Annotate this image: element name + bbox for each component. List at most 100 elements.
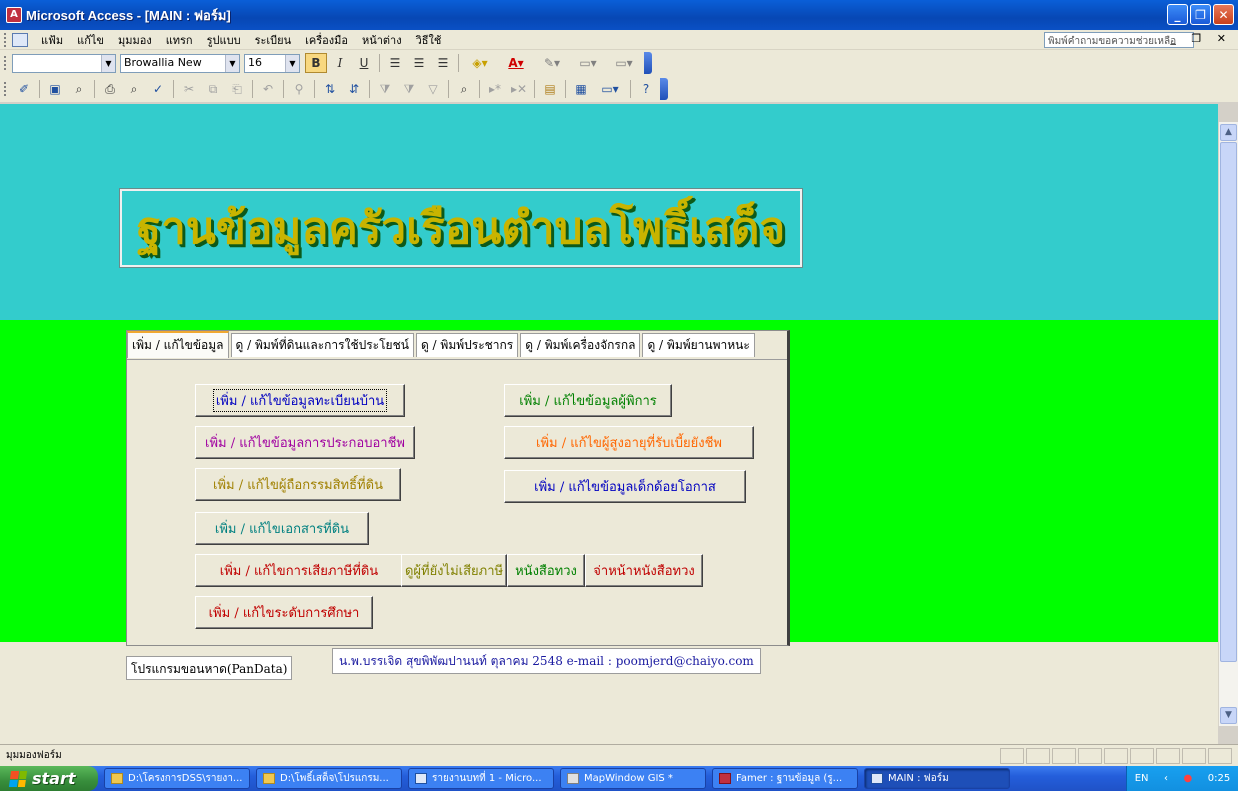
minimize-button[interactable]: _	[1167, 4, 1188, 25]
tab-vehicles[interactable]: ดู / พิมพ์ยานพาหนะ	[642, 333, 755, 357]
paste-icon[interactable]: ⎗	[226, 79, 248, 99]
taskbar-item[interactable]: D:\โพธิ์เสด็จ\โปรแกรม...	[256, 768, 402, 789]
align-left-icon[interactable]: ☰	[384, 53, 406, 73]
new-record-icon[interactable]: ▸*	[484, 79, 506, 99]
view-icon[interactable]: ✐	[13, 79, 35, 99]
font-color-icon[interactable]: A▾	[499, 53, 533, 73]
toolbar-grip-icon[interactable]	[4, 82, 8, 96]
filter-by-selection-icon[interactable]: ⧩	[374, 79, 396, 99]
menubar-grip-icon[interactable]	[4, 32, 8, 47]
align-center-icon[interactable]: ☰	[408, 53, 430, 73]
font-size-combo[interactable]: 16 ▼	[244, 53, 300, 73]
demand-letter-button[interactable]: หนังสือทวง	[507, 554, 585, 587]
tab-add-edit-data[interactable]: เพิ่ม / แก้ไขข้อมูล	[127, 331, 229, 358]
scroll-down-icon[interactable]: ▼	[1220, 707, 1237, 724]
menu-window[interactable]: หน้าต่าง	[355, 31, 409, 49]
menu-edit[interactable]: แก้ไข	[70, 31, 111, 49]
clock[interactable]: 0:25	[1208, 773, 1230, 784]
system-tray: EN ‹ ● 0:25	[1126, 766, 1238, 791]
new-object-icon[interactable]: ▭▾	[594, 79, 626, 99]
line-color-icon[interactable]: ✎▾	[535, 53, 569, 73]
undo-icon[interactable]: ↶	[257, 79, 279, 99]
address-demand-letter-button[interactable]: จ่าหน้าหนังสือทวง	[585, 554, 703, 587]
unpaid-tax-button[interactable]: ดูผู้ที่ยังไม่เสียภาษี	[401, 554, 507, 587]
apply-filter-icon[interactable]: ▽	[422, 79, 444, 99]
sort-ascending-icon[interactable]: ⇅	[319, 79, 341, 99]
land-documents-button[interactable]: เพิ่ม / แก้ไขเอกสารที่ดิน	[195, 512, 369, 545]
chevron-down-icon[interactable]: ▼	[225, 54, 239, 72]
fill-color-icon[interactable]: ◈▾	[463, 53, 497, 73]
taskbar-item[interactable]: MapWindow GIS *	[560, 768, 706, 789]
print-preview-icon[interactable]: ⌕	[123, 79, 145, 99]
formatting-toolbar: ▼ Browallia New ▼ 16 ▼ B I U ☰ ☰ ☰ ◈▾ A▾…	[0, 50, 1238, 76]
tray-arrow-icon[interactable]: ‹	[1164, 773, 1168, 784]
properties-icon[interactable]: ▤	[539, 79, 561, 99]
underprivileged-children-button[interactable]: เพิ่ม / แก้ไขข้อมูลเด็กด้อยโอกาส	[504, 470, 746, 503]
font-name-combo[interactable]: Browallia New ▼	[120, 53, 240, 73]
form-document-icon[interactable]	[12, 32, 28, 47]
menu-help[interactable]: วิธีใช้	[409, 31, 449, 49]
close-button[interactable]: ✕	[1213, 4, 1234, 25]
title-bar[interactable]: A Microsoft Access - [MAIN : ฟอร์ม] _ ❐ …	[0, 0, 1238, 30]
shield-icon[interactable]: ●	[1184, 773, 1193, 784]
delete-record-icon[interactable]: ▸✕	[508, 79, 530, 99]
italic-button[interactable]: I	[329, 53, 351, 73]
underline-button[interactable]: U	[353, 53, 375, 73]
toolbar-options-icon[interactable]	[644, 52, 652, 74]
taskbar-item[interactable]: Famer : ฐานข้อมูล (รู...	[712, 768, 858, 789]
land-owner-button[interactable]: เพิ่ม / แก้ไขผู้ถือกรรมสิทธิ์ที่ดิน	[195, 468, 401, 501]
database-window-icon[interactable]: ▦	[570, 79, 592, 99]
file-search-icon[interactable]: ⌕	[68, 79, 90, 99]
disabled-persons-button[interactable]: เพิ่ม / แก้ไขข้อมูลผู้พิการ	[504, 384, 672, 417]
find-icon[interactable]: ⌕	[453, 79, 475, 99]
toolbar-options-icon[interactable]	[660, 78, 668, 100]
chevron-down-icon[interactable]: ▼	[101, 54, 115, 72]
copy-icon[interactable]: ⧉	[202, 79, 224, 99]
occupation-button[interactable]: เพิ่ม / แก้ไขข้อมูลการประกอบอาชีพ	[195, 426, 415, 459]
sort-descending-icon[interactable]: ⇵	[343, 79, 365, 99]
status-cell	[1130, 748, 1154, 764]
save-icon[interactable]: ▣	[44, 79, 66, 99]
land-tax-button[interactable]: เพิ่ม / แก้ไขการเสียภาษีที่ดิน	[195, 554, 403, 587]
special-effect-icon[interactable]: ▭▾	[607, 53, 641, 73]
taskbar-item-label: MapWindow GIS *	[584, 773, 673, 784]
menu-file[interactable]: แฟ้ม	[34, 31, 70, 49]
taskbar-item[interactable]: D:\โครงการDSS\รายงา...	[104, 768, 250, 789]
menu-records[interactable]: ระเบียน	[248, 31, 299, 49]
tab-strip: เพิ่ม / แก้ไขข้อมูล ดู / พิมพ์ที่ดินและก…	[127, 331, 757, 358]
tab-machinery[interactable]: ดู / พิมพ์เครื่องจักรกล	[520, 333, 641, 357]
print-icon[interactable]: ⎙	[99, 79, 121, 99]
spelling-icon[interactable]: ✓	[147, 79, 169, 99]
elderly-allowance-button[interactable]: เพิ่ม / แก้ไขผู้สูงอายุที่รับเบี้ยยังชีพ	[504, 426, 754, 459]
line-width-icon[interactable]: ▭▾	[571, 53, 605, 73]
form-scrollbar[interactable]: ▲ ▼	[1218, 122, 1238, 726]
chevron-down-icon[interactable]: ▼	[285, 54, 299, 72]
folder-icon	[263, 773, 275, 784]
start-button[interactable]: start	[0, 766, 98, 791]
access-app-icon[interactable]: A	[6, 7, 22, 23]
taskbar-item[interactable]: รายงานบทที่ 1 - Micro...	[408, 768, 554, 789]
scroll-up-icon[interactable]: ▲	[1220, 124, 1237, 141]
status-cell	[1104, 748, 1128, 764]
cut-icon[interactable]: ✂	[178, 79, 200, 99]
education-level-button[interactable]: เพิ่ม / แก้ไขระดับการศึกษา	[195, 596, 373, 629]
menu-insert[interactable]: แทรก	[159, 31, 200, 49]
scroll-thumb[interactable]	[1220, 142, 1237, 662]
taskbar-item-active[interactable]: MAIN : ฟอร์ม	[864, 768, 1010, 789]
menu-format[interactable]: รูปแบบ	[200, 31, 248, 49]
bold-button[interactable]: B	[305, 53, 327, 73]
align-right-icon[interactable]: ☰	[432, 53, 454, 73]
tab-population[interactable]: ดู / พิมพ์ประชากร	[415, 333, 519, 357]
document-window-controls[interactable]: _ ❐ ✕	[1170, 32, 1232, 45]
menu-view[interactable]: มุมมอง	[111, 31, 159, 49]
toolbar-grip-icon[interactable]	[4, 56, 8, 70]
hyperlink-icon[interactable]: ⚲	[288, 79, 310, 99]
house-registry-button[interactable]: เพิ่ม / แก้ไขข้อมูลทะเบียนบ้าน	[195, 384, 405, 417]
menu-tools[interactable]: เครื่องมือ	[298, 31, 355, 49]
object-combo[interactable]: ▼	[12, 53, 116, 73]
filter-by-form-icon[interactable]: ⧩	[398, 79, 420, 99]
restore-button[interactable]: ❐	[1190, 4, 1211, 25]
help-icon[interactable]: ?	[635, 79, 657, 99]
tab-land-use[interactable]: ดู / พิมพ์ที่ดินและการใช้ประโยชน์	[230, 333, 414, 357]
language-indicator[interactable]: EN	[1135, 773, 1149, 784]
